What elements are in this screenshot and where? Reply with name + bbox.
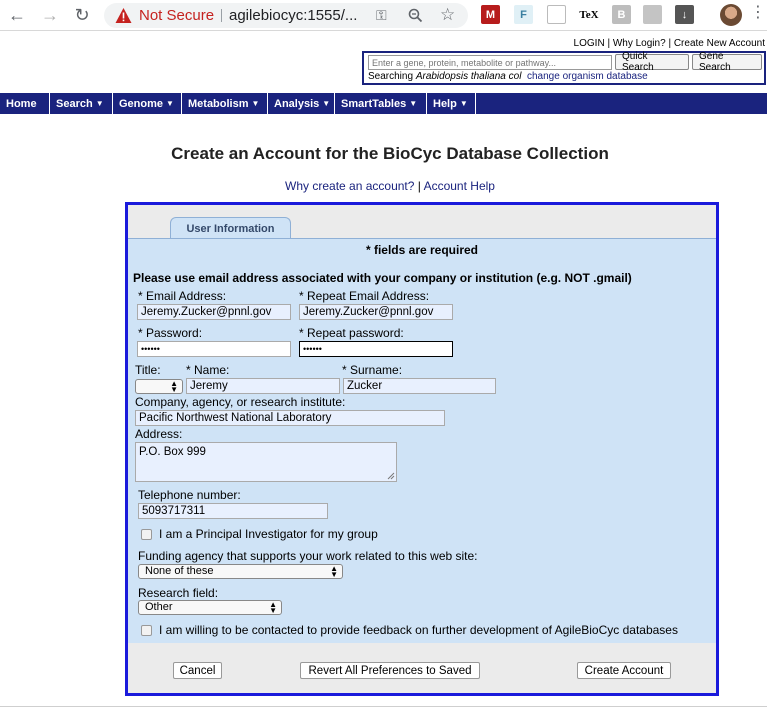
main-menu-bar: Home Search ▼ Genome ▼ Metabolism ▼ Analysi… — [0, 93, 767, 114]
repeat-email-label: * Repeat Email Address: — [299, 289, 430, 303]
repeat-password-label: * Repeat password: — [299, 326, 404, 340]
funding-select[interactable]: None of these ▲ ▼ — [138, 564, 343, 579]
page-title: Create an Account for the BioCyc Databas… — [171, 144, 609, 163]
account-help-link[interactable]: Account Help — [424, 179, 495, 193]
download-extension-icon[interactable]: ↓ — [675, 5, 694, 24]
menu-analysis[interactable]: Analysis ▼ — [268, 93, 335, 114]
select-arrows-icon: ▲ ▼ — [269, 600, 277, 615]
bookmark-star-icon[interactable]: ☆ — [440, 5, 455, 25]
zoom-icon[interactable] — [408, 8, 423, 23]
company-field[interactable]: Pacific Northwest National Laboratory — [135, 410, 445, 426]
tex-extension-icon[interactable]: TeX — [577, 5, 601, 24]
title-select[interactable]: ▲ ▼ — [135, 379, 183, 394]
f-extension-icon[interactable]: F — [514, 5, 533, 24]
menu-home[interactable]: Home — [0, 93, 50, 114]
phone-label: Telephone number: — [138, 488, 241, 502]
mendeley-extension-icon[interactable]: M — [481, 5, 500, 24]
email-note: Please use email address associated with… — [133, 271, 632, 285]
repeat-password-field[interactable]: •••••• — [299, 341, 453, 357]
search-input[interactable] — [368, 55, 612, 70]
tab-strip: User Information — [128, 205, 716, 239]
funding-select-value: None of these — [145, 565, 214, 577]
form-body: * fields are required Please use email a… — [128, 238, 716, 643]
research-select[interactable]: Other ▲ ▼ — [138, 600, 282, 615]
required-note: * fields are required — [365, 243, 479, 257]
select-arrows-icon: ▲ ▼ — [170, 379, 178, 394]
address-label: Address: — [135, 427, 183, 441]
reload-icon[interactable]: ↻ — [71, 4, 93, 26]
funding-label: Funding agency that supports your work r… — [138, 549, 478, 563]
quick-search-panel: Quick Search Gene Search Searching Arabi… — [362, 51, 766, 85]
name-label: * Name: — [186, 363, 230, 377]
login-link[interactable]: LOGIN — [574, 38, 605, 49]
surname-field[interactable]: Zucker — [343, 378, 496, 394]
research-label: Research field: — [138, 586, 219, 600]
create-account-button[interactable]: Create Account — [577, 662, 671, 679]
change-organism-link[interactable]: change organism database — [527, 71, 648, 82]
phone-field[interactable]: 5093717311 — [138, 503, 328, 519]
menu-genome[interactable]: Genome ▼ — [113, 93, 182, 114]
create-account-link[interactable]: Create New Account — [674, 38, 765, 49]
not-secure-label[interactable]: Not Secure — [139, 7, 214, 24]
quick-search-button[interactable]: Quick Search — [615, 51, 689, 73]
why-login-link[interactable]: Why Login? — [613, 38, 666, 49]
select-arrows-icon: ▲ ▼ — [330, 564, 338, 579]
pi-label: I am a Principal Investigator for my gro… — [159, 527, 378, 541]
address-textarea[interactable]: P.O. Box 999 — [135, 442, 397, 482]
email-label: * Email Address: — [138, 289, 227, 303]
warning-icon — [115, 8, 132, 23]
why-create-account-link[interactable]: Why create an account? — [285, 179, 414, 193]
chevron-down-icon: ▼ — [322, 99, 331, 108]
document-extension-icon[interactable] — [547, 5, 566, 24]
link-divider: | — [417, 179, 421, 193]
organism-name: Arabidopsis thaliana col — [415, 71, 522, 82]
feedback-checkbox[interactable] — [141, 625, 152, 636]
menu-search[interactable]: Search ▼ — [50, 93, 113, 114]
browser-menu-icon[interactable]: ⋮ — [750, 5, 766, 21]
company-label: Company, agency, or research institute: — [135, 395, 346, 409]
address-bar[interactable]: Not Secure agilebiocyc:1555/... ⚿ ☆ — [104, 3, 468, 28]
browser-toolbar: ← → ↻ Not Secure agilebiocyc:1555/... ⚿ … — [0, 0, 767, 31]
revert-preferences-button[interactable]: Revert All Preferences to Saved — [300, 662, 480, 679]
tab-user-information[interactable]: User Information — [170, 217, 291, 239]
cancel-button[interactable]: Cancel — [173, 662, 222, 679]
form-footer: Cancel Revert All Preferences to Saved C… — [128, 643, 716, 693]
title-label: Title: — [135, 363, 161, 377]
email-field[interactable]: Jeremy.Zucker@pnnl.gov — [137, 304, 291, 320]
searching-prefix: Searching — [368, 71, 414, 82]
chevron-down-icon: ▼ — [166, 99, 174, 108]
password-field[interactable]: •••••• — [137, 341, 291, 357]
surname-label: * Surname: — [342, 363, 403, 377]
gray-extension-icon[interactable] — [643, 5, 662, 24]
account-form: User Information * fields are required P… — [125, 202, 719, 696]
feedback-label: I am willing to be contacted to provide … — [159, 623, 678, 637]
chevron-down-icon: ▼ — [95, 99, 104, 108]
chevron-down-icon: ▼ — [251, 99, 260, 108]
gene-search-button[interactable]: Gene Search — [692, 51, 762, 73]
omnibox-divider — [221, 9, 222, 22]
key-icon[interactable]: ⚿ — [376, 7, 387, 24]
chevron-down-icon: ▼ — [409, 99, 418, 108]
password-label: * Password: — [138, 326, 203, 340]
resize-handle-icon[interactable] — [387, 472, 395, 480]
research-select-value: Other — [145, 601, 173, 613]
menu-smarttables[interactable]: SmartTables ▼ — [335, 93, 427, 114]
b-extension-icon[interactable]: B — [612, 5, 631, 24]
name-field[interactable]: Jeremy — [186, 378, 340, 394]
url-text[interactable]: agilebiocyc:1555/... — [229, 7, 357, 24]
profile-avatar[interactable] — [720, 4, 742, 26]
menu-metabolism[interactable]: Metabolism ▼ — [182, 93, 268, 114]
menu-help[interactable]: Help ▼ — [427, 93, 476, 114]
searching-organism-line: Searching Arabidopsis thaliana col chang… — [368, 71, 648, 82]
forward-arrow-icon[interactable]: → — [39, 4, 61, 26]
repeat-email-field[interactable]: Jeremy.Zucker@pnnl.gov — [299, 304, 453, 320]
help-links: Why create an account? | Account Help — [0, 179, 767, 193]
account-links: LOGIN | Why Login? | Create New Account — [574, 38, 765, 49]
bottom-divider — [0, 706, 767, 707]
pi-checkbox[interactable] — [141, 529, 152, 540]
back-arrow-icon[interactable]: ← — [6, 4, 28, 26]
chevron-down-icon: ▼ — [459, 99, 468, 108]
